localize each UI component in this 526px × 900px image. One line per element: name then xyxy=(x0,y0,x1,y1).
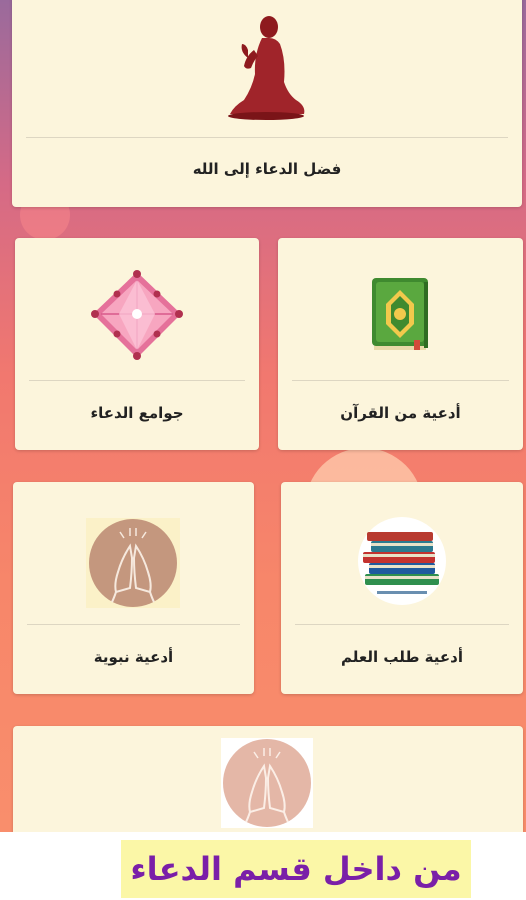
card-divider xyxy=(26,137,508,138)
stacked-books-icon xyxy=(358,517,446,605)
praying-hands-icon xyxy=(86,518,180,608)
quran-book-icon xyxy=(372,278,428,350)
caption-text: من داخل قسم الدعاء xyxy=(121,840,471,898)
card-nabawiya-duas[interactable]: أدعية نبوية xyxy=(13,482,254,694)
card-jawami-aldua[interactable]: جوامع الدعاء xyxy=(15,238,259,450)
card-label: جوامع الدعاء xyxy=(90,404,184,422)
card-label: أدعية طلب العلم xyxy=(340,648,463,666)
card-fadl-aldua[interactable]: فضل الدعاء إلى الله xyxy=(12,0,522,207)
card-label: أدعية من القرآن xyxy=(340,404,461,422)
card-divider xyxy=(295,624,509,625)
app-background: فضل الدعاء إلى الله أدعية من القرآن جوام… xyxy=(0,0,526,832)
card-divider xyxy=(27,624,240,625)
card-label: أدعية نبوية xyxy=(93,648,174,666)
card-divider xyxy=(292,380,509,381)
card-quran-duas[interactable]: أدعية من القرآن xyxy=(278,238,523,450)
card-ilm-duas[interactable]: أدعية طلب العلم xyxy=(281,482,523,694)
praying-hands-icon xyxy=(221,738,313,828)
card-divider xyxy=(29,380,245,381)
jeweled-diamond-icon xyxy=(91,270,183,360)
card-bottom-duas[interactable] xyxy=(13,726,523,832)
praying-person-icon xyxy=(228,16,305,120)
card-label: فضل الدعاء إلى الله xyxy=(192,160,342,178)
